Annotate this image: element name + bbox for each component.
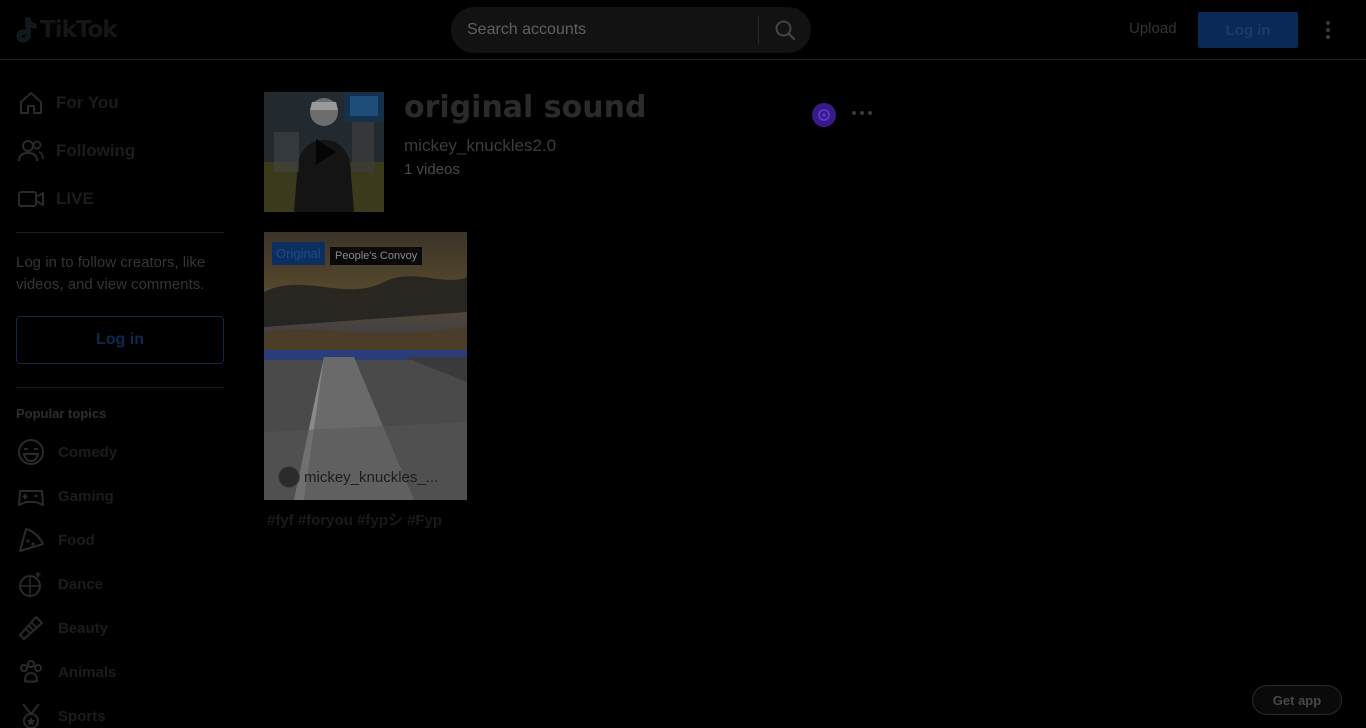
original-badge: Original xyxy=(272,242,325,265)
sidebar: For You Following LIVE Log in to follow … xyxy=(0,61,240,728)
users-icon xyxy=(18,140,44,162)
food-icon xyxy=(19,528,44,552)
topic-label: Comedy xyxy=(58,443,118,461)
topic-label: Food xyxy=(58,531,95,549)
sidebar-divider xyxy=(16,232,224,233)
login-prompt-text: Log in to follow creators, like videos, … xyxy=(16,254,206,293)
play-icon[interactable] xyxy=(314,138,338,166)
sound-video-count: 1 videos xyxy=(404,161,460,178)
nav-label: For You xyxy=(56,93,119,112)
video-card[interactable]: Original People's Convoy mickey_knuckles… xyxy=(264,232,467,500)
beauty-icon xyxy=(19,616,43,640)
search-input[interactable] xyxy=(451,7,758,53)
home-icon xyxy=(20,92,42,114)
video-caption[interactable]: #fyf #foryou #fypシ #Fyp xyxy=(267,509,442,530)
search-button[interactable] xyxy=(759,7,811,53)
topic-animals[interactable]: Animals xyxy=(16,654,116,690)
topic-dance[interactable]: Dance xyxy=(16,566,103,602)
video-username: mickey_knuckles_... xyxy=(304,468,439,486)
topic-label: Gaming xyxy=(58,487,114,505)
topic-gaming[interactable]: Gaming xyxy=(16,478,114,514)
topic-label: Animals xyxy=(58,663,117,681)
live-icon xyxy=(18,191,44,207)
video-author[interactable]: mickey_knuckles_... xyxy=(278,466,438,488)
nav-label: Following xyxy=(56,141,136,160)
topic-comedy[interactable]: Comedy xyxy=(16,434,117,470)
login-button[interactable]: Log in xyxy=(1198,12,1298,48)
share-icon[interactable] xyxy=(812,103,836,127)
topic-label: Sports xyxy=(58,707,106,725)
logo-text: TikTok xyxy=(40,17,118,43)
topic-label: Dance xyxy=(58,575,104,593)
sidebar-login-button[interactable]: Log in xyxy=(16,316,224,364)
get-app-button[interactable]: Get app xyxy=(1252,685,1342,715)
search-icon xyxy=(775,20,796,41)
upload-link[interactable]: Upload xyxy=(1129,20,1177,37)
avatar xyxy=(278,466,300,488)
topic-beauty[interactable]: Beauty xyxy=(16,610,108,646)
nav-label: LIVE xyxy=(56,189,94,208)
gaming-icon xyxy=(18,490,44,506)
tiktok-logo[interactable]: TikTok xyxy=(16,14,118,46)
more-menu-icon[interactable] xyxy=(1318,18,1338,42)
share-arrow-icon xyxy=(818,109,830,121)
top-bar: TikTok Upload Log in xyxy=(0,0,1366,60)
topic-label: Beauty xyxy=(58,619,109,637)
animals-icon xyxy=(20,660,42,683)
sound-cover-image[interactable] xyxy=(264,92,384,212)
popular-topics-heading: Popular topics xyxy=(16,406,107,421)
sports-icon xyxy=(22,703,40,728)
video-overlay-text: People's Convoy xyxy=(330,247,423,265)
sidebar-item-following[interactable]: Following xyxy=(16,131,226,171)
topic-food[interactable]: Food xyxy=(16,522,95,558)
more-options-icon[interactable] xyxy=(852,111,872,115)
dance-icon xyxy=(19,572,41,597)
topic-sports[interactable]: Sports xyxy=(16,698,106,728)
sidebar-divider xyxy=(16,387,224,388)
comedy-icon xyxy=(18,439,44,465)
video-thumbnail xyxy=(264,232,467,500)
sound-author-link[interactable]: mickey_knuckles2.0 xyxy=(404,136,556,156)
sound-title: original sound xyxy=(404,90,647,125)
search-bar xyxy=(451,7,811,53)
sidebar-item-live[interactable]: LIVE xyxy=(16,179,226,219)
sidebar-item-for-you[interactable]: For You xyxy=(16,83,226,123)
tiktok-logo-icon xyxy=(16,17,37,43)
